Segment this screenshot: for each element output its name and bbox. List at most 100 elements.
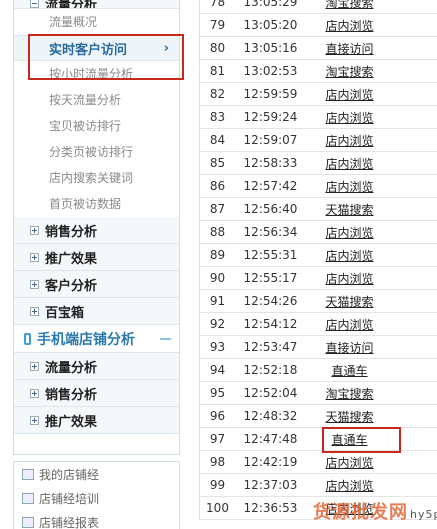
expand-icon [30,361,39,371]
visit-source-link[interactable]: 店内浏览 [325,454,373,471]
sidebar-sub-item[interactable]: 按小时流量分析 [14,61,179,87]
table-cell-empty [393,129,437,151]
table-row: 83 12:59:24 店内浏览 [200,106,437,129]
visit-source-link[interactable]: 天猫搜索 [325,293,373,310]
row-number: 81 [209,64,226,78]
visit-source-link[interactable]: 直接访问 [325,339,373,356]
shop-tool-link[interactable]: 店铺经培训 [14,486,179,510]
visit-source-link[interactable]: 店内浏览 [325,17,373,34]
visit-source-link[interactable]: 店内浏览 [325,109,373,126]
row-number: 96 [209,409,226,423]
table-cell-empty [393,0,437,13]
visit-source-link[interactable]: 直接访问 [325,40,373,57]
sidebar-sub-item[interactable]: 店内搜索关键词 [14,165,179,191]
row-number: 94 [209,363,226,377]
sidebar-sub-item[interactable]: 按天流量分析 [14,87,179,113]
table-cell-empty [393,451,437,473]
table-row: 92 12:54:12 店内浏览 [200,313,437,336]
visit-source-link[interactable]: 店内浏览 [325,247,373,264]
mobile-sidebar-section[interactable]: 流量分析 [14,353,179,380]
visit-source-cell: 天猫搜索 [306,405,393,427]
table-cell-empty [393,313,437,335]
expand-icon [30,225,39,235]
visit-source-cell: 店内浏览 [306,106,393,128]
table-cell-empty [393,60,437,82]
mobile-sidebar-section[interactable]: 销售分析 [14,380,179,407]
visit-source-cell: 店内浏览 [306,313,393,335]
sidebar-sub-item[interactable]: 首页被访数据 [14,191,179,217]
visit-time: 13:02:53 [243,64,298,78]
visit-time: 12:55:17 [243,271,298,285]
visit-source-link[interactable]: 淘宝搜索 [325,63,373,80]
visit-source-link[interactable]: 天猫搜索 [325,201,373,218]
visit-source-link[interactable]: 直通车 [331,362,367,379]
sidebar-item-realtime-visits[interactable]: 实时客户访问 › [14,35,179,61]
sidebar-section[interactable]: 客户分析 [14,271,179,298]
visit-time: 12:42:19 [243,455,298,469]
visit-time: 12:37:03 [243,478,298,492]
visit-source-cell: 天猫搜索 [306,290,393,312]
visit-source-link[interactable]: 店内浏览 [325,178,373,195]
visit-source-link[interactable]: 店内浏览 [325,224,373,241]
table-row: 85 12:58:33 店内浏览 [200,152,437,175]
shop-tool-link[interactable]: 店铺经报表 [14,510,179,529]
visit-source-cell: 直接访问 [306,336,393,358]
shop-tool-link[interactable]: 我的店铺经 [14,462,179,486]
sidebar-section-label: 流量分析 [45,0,98,9]
visit-time: 12:52:04 [243,386,298,400]
table-row: 82 12:59:59 店内浏览 [200,83,437,106]
row-number: 93 [209,340,226,354]
visit-source-link[interactable]: 店内浏览 [325,132,373,149]
collapse-minus-icon[interactable] [160,337,171,340]
sidebar-item-label: 按天流量分析 [49,93,122,107]
visit-time: 12:55:31 [243,248,298,262]
visit-source-link[interactable]: 店内浏览 [325,270,373,287]
visit-source-link[interactable]: 店内浏览 [325,316,373,333]
row-number: 82 [209,87,226,101]
table-cell-empty [393,14,437,36]
mobile-sidebar-section[interactable]: 推广效果 [14,407,179,434]
visit-source-link[interactable]: 天猫搜索 [325,408,373,425]
sidebar-item-label: 首页被访数据 [49,197,122,211]
visit-source-link[interactable]: 淘宝搜索 [325,385,373,402]
table-cell-empty [393,83,437,105]
sub-item-list: 流量概况 实时客户访问 › 按小时流量分析按天流量分析 宝贝被访排行 分类页被访排行店内搜… [14,9,179,217]
sidebar-section[interactable]: 百宝箱 [14,298,179,325]
visit-source-cell: 店内浏览 [306,129,393,151]
mobile-analysis-header[interactable]: 手机端店铺分析 [14,325,179,353]
visit-source-cell: 淘宝搜索 [306,382,393,404]
phone-icon [24,332,31,345]
visit-source-link[interactable]: 店内浏览 [325,477,373,494]
visit-source-link[interactable]: 淘宝搜索 [325,0,373,11]
visit-source-cell: 淘宝搜索 [306,60,393,82]
visit-source-link[interactable]: 直通车 [331,431,367,448]
visit-source-cell: 店内浏览 [306,474,393,496]
sidebar-section-traffic[interactable]: 流量分析 [14,0,179,9]
visit-time: 12:56:34 [243,225,298,239]
sidebar-sub-item[interactable]: 宝贝被访排行 [14,113,179,139]
shop-tool-label: 我的店铺经 [39,467,100,482]
row-number: 86 [209,179,226,193]
visit-source-link[interactable]: 店内浏览 [325,86,373,103]
table-cell-empty [393,428,437,450]
table-row: 96 12:48:32 天猫搜索 [200,405,437,428]
table-cell-empty [393,290,437,312]
table-cell-empty [393,474,437,496]
row-number: 78 [209,0,226,9]
row-number: 92 [209,317,226,331]
sidebar-section[interactable]: 销售分析 [14,217,179,244]
sidebar-item-label: 分类页被访排行 [49,145,134,159]
visit-source-link[interactable]: 店内浏览 [325,155,373,172]
table-cell-empty [393,37,437,59]
sidebar-section[interactable]: 推广效果 [14,244,179,271]
sidebar-sub-item[interactable]: 流量概况 [14,9,179,35]
visit-table: 78 13:05:29 淘宝搜索 79 13:05:20 店内浏览 80 13:05:16 直接… [199,0,437,520]
sidebar-item-label: 宝贝被访排行 [49,119,122,133]
sidebar-section-label: 销售分析 [45,224,98,240]
sidebar-section-label: 推广效果 [45,414,98,430]
table-cell-empty [393,106,437,128]
visit-source-cell: 店内浏览 [306,221,393,243]
visit-time: 12:59:24 [243,110,298,124]
visit-source-cell: 店内浏览 [306,14,393,36]
sidebar-sub-item[interactable]: 分类页被访排行 [14,139,179,165]
